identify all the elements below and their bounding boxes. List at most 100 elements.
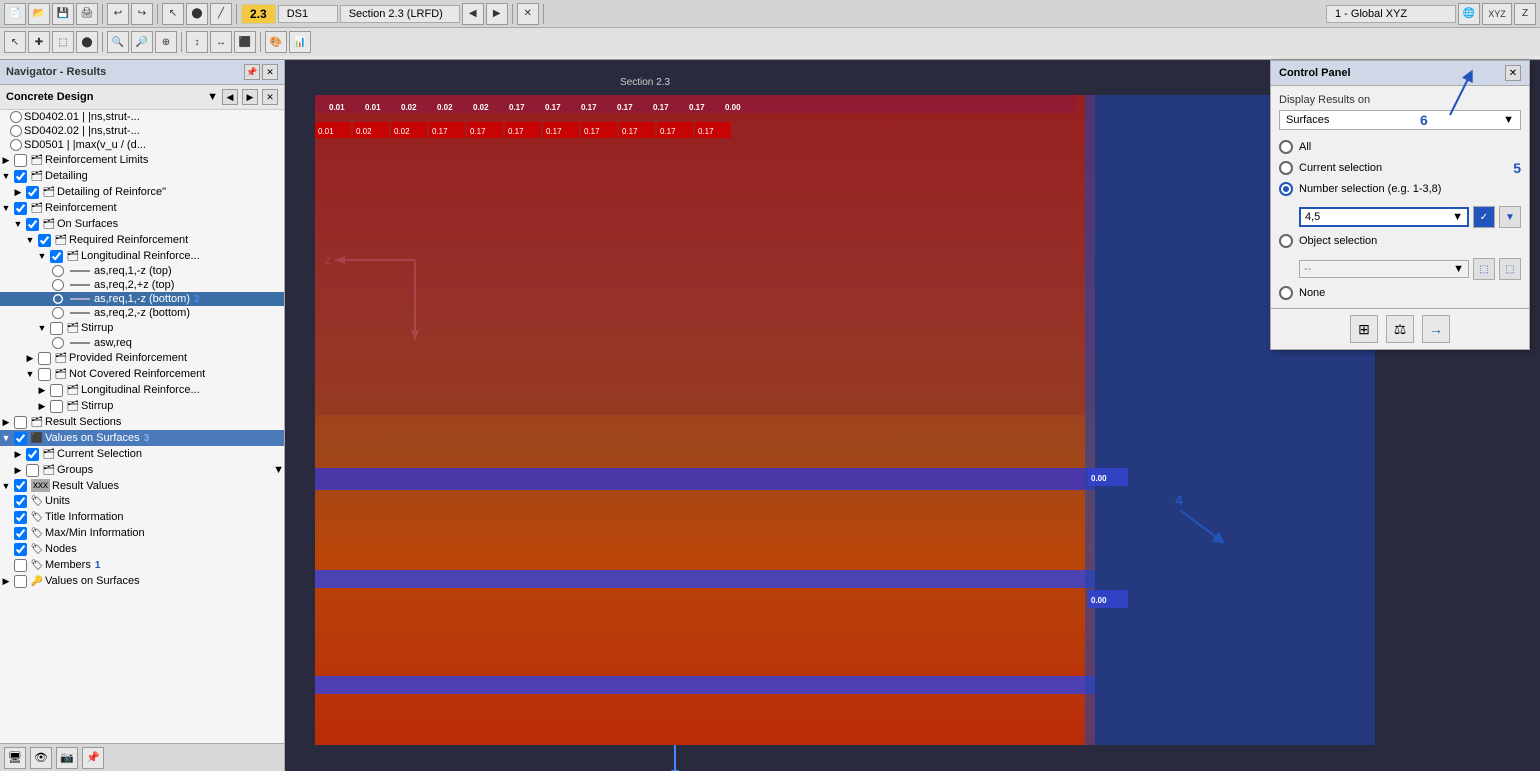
tree-item-reinf-limits[interactable]: ▶ 🗂 Reinforcement Limits	[0, 152, 284, 168]
tree-item-values-on-surfaces[interactable]: ▼ ⬛ Values on Surfaces 3	[0, 430, 284, 446]
tb2-4[interactable]: ⬤	[76, 31, 98, 53]
check-result-sections[interactable]	[14, 416, 27, 429]
tb2-5[interactable]: 🔍	[107, 31, 129, 53]
radio-asw-req[interactable]	[52, 337, 64, 349]
radio-all[interactable]: All	[1279, 140, 1521, 154]
tree-item-sd040202[interactable]: SD0402.02 | |ns,strut-...	[0, 124, 284, 138]
tree-item-provided-reinf[interactable]: ▶ 🗂 Provided Reinforcement	[0, 350, 284, 366]
check-current-selection[interactable]	[26, 448, 39, 461]
check-long-reinf-nc[interactable]	[50, 384, 63, 397]
expander-values-on-surfaces[interactable]: ▼	[0, 432, 12, 444]
save-btn[interactable]: 💾	[52, 3, 74, 25]
nav-eye-btn[interactable]: 👁	[30, 747, 52, 769]
check-members[interactable]	[14, 559, 27, 572]
tb2-3[interactable]: ⬚	[52, 31, 74, 53]
check-req-reinf[interactable]	[38, 234, 51, 247]
select-btn[interactable]: ↖	[162, 3, 184, 25]
tree-item-asw-req[interactable]: asw,req	[0, 336, 284, 350]
number-input-container[interactable]: 4,5 ▼	[1299, 207, 1469, 227]
expander-req-reinf[interactable]: ▼	[24, 234, 36, 246]
expander-reinforcement[interactable]: ▼	[0, 202, 12, 214]
expander-long-reinf-nc[interactable]: ▶	[36, 384, 48, 396]
coord-btn[interactable]: 🌐	[1458, 3, 1480, 25]
tree-item-values-surfaces2[interactable]: ▶ 🔑 Values on Surfaces	[0, 573, 284, 589]
tree-item-sd040201[interactable]: SD0402.01 | |ns,strut-...	[0, 110, 284, 124]
radio-asreq1-bottom[interactable]	[52, 293, 64, 305]
expander-detailing[interactable]: ▼	[0, 170, 12, 182]
cp-grid-btn[interactable]: ⊞	[1350, 315, 1378, 343]
radio-sd0501[interactable]	[10, 139, 22, 151]
nav-pin-btn2[interactable]: 📌	[82, 747, 104, 769]
next-btn[interactable]: ▶	[486, 3, 508, 25]
tree-item-title-info[interactable]: 🏷 Title Information	[0, 509, 284, 525]
nav-right-btn[interactable]: ▶	[242, 89, 258, 105]
obj-select-btn2[interactable]: ⬚	[1499, 258, 1521, 280]
expander-provided-reinf[interactable]: ▶	[24, 352, 36, 364]
cp-surfaces-dropdown[interactable]: Surfaces ▼	[1279, 110, 1521, 130]
radio-sd040202[interactable]	[10, 125, 22, 137]
tree-item-asreq2-bottom[interactable]: as,req,2,-z (bottom)	[0, 306, 284, 320]
check-stirrup-nc[interactable]	[50, 400, 63, 413]
check-values-surfaces2[interactable]	[14, 575, 27, 588]
check-provided-reinf[interactable]	[38, 352, 51, 365]
tb2-7[interactable]: ⊕	[155, 31, 177, 53]
tree-item-members[interactable]: 🏷 Members 1	[0, 557, 284, 573]
check-detailing-reinf[interactable]	[26, 186, 39, 199]
tree-item-units[interactable]: 🏷 Units	[0, 493, 284, 509]
cp-export-btn[interactable]: →	[1422, 315, 1450, 343]
check-stirrup[interactable]	[50, 322, 63, 335]
confirm-btn[interactable]: ✓	[1473, 206, 1495, 228]
check-reinforcement[interactable]	[14, 202, 27, 215]
tree-item-not-covered-reinf[interactable]: ▼ 🗂 Not Covered Reinforcement	[0, 366, 284, 382]
check-not-covered-reinf[interactable]	[38, 368, 51, 381]
expander-result-sections[interactable]: ▶	[0, 416, 12, 428]
radio-none[interactable]: None	[1279, 286, 1521, 300]
radio-asreq2-bottom[interactable]	[52, 307, 64, 319]
check-units[interactable]	[14, 495, 27, 508]
radio-number-selection[interactable]: Number selection (e.g. 1-3,8)	[1279, 182, 1521, 196]
expander-groups[interactable]: ▶	[12, 464, 24, 476]
radio-current-selection[interactable]: Current selection 5	[1279, 160, 1521, 176]
expander-detailing-reinf[interactable]: ▶	[12, 186, 24, 198]
radio-object-selection[interactable]: Object selection	[1279, 234, 1521, 248]
check-on-surfaces[interactable]	[26, 218, 39, 231]
tree-item-groups[interactable]: ▶ 🗂 Groups ▼	[0, 462, 284, 478]
tree-item-long-reinf-top[interactable]: ▼ 🗂 Longitudinal Reinforce...	[0, 248, 284, 264]
expander-reinf-limits[interactable]: ▶	[0, 154, 12, 166]
dropdown-extra-btn[interactable]: ▼	[1499, 206, 1521, 228]
expander-values-surfaces2[interactable]: ▶	[0, 575, 12, 587]
undo-btn[interactable]: ↩	[107, 3, 129, 25]
tree-item-reinforcement[interactable]: ▼ 🗂 Reinforcement	[0, 200, 284, 216]
tree-item-current-selection[interactable]: ▶ 🗂 Current Selection	[0, 446, 284, 462]
check-reinf-limits[interactable]	[14, 154, 27, 167]
nav-screen-btn[interactable]: 🖥	[4, 747, 26, 769]
radio-asreq1-top[interactable]	[52, 265, 64, 277]
nav-pin-btn[interactable]: 📌	[244, 64, 260, 80]
tree-item-sd0501[interactable]: SD0501 | |max(v_u / (d...	[0, 138, 284, 152]
expander-long-reinf-top[interactable]: ▼	[36, 250, 48, 262]
nav-camera-btn[interactable]: 📷	[56, 747, 78, 769]
tree-item-stirrup[interactable]: ▼ 🗂 Stirrup	[0, 320, 284, 336]
tree-item-asreq1-top[interactable]: as,req,1,-z (top)	[0, 264, 284, 278]
tree-item-result-sections[interactable]: ▶ 🗂 Result Sections	[0, 414, 284, 430]
obj-select-btn1[interactable]: ⬚	[1473, 258, 1495, 280]
tb2-9[interactable]: ↔	[210, 31, 232, 53]
nav-left-btn[interactable]: ◀	[222, 89, 238, 105]
tree-item-asreq1-bottom[interactable]: as,req,1,-z (bottom) 2	[0, 292, 284, 306]
expander-current-selection[interactable]: ▶	[12, 448, 24, 460]
radio-sd040201[interactable]	[10, 111, 22, 123]
tree-item-maxmin-info[interactable]: 🏷 Max/Min Information	[0, 525, 284, 541]
expander-stirrup[interactable]: ▼	[36, 322, 48, 334]
open-btn[interactable]: 📂	[28, 3, 50, 25]
check-maxmin-info[interactable]	[14, 527, 27, 540]
check-result-values[interactable]	[14, 479, 27, 492]
xyz-btn[interactable]: XYZ	[1482, 3, 1512, 25]
zx-btn[interactable]: Z	[1514, 3, 1536, 25]
tree-item-detailing[interactable]: ▼ 🗂 Detailing	[0, 168, 284, 184]
cp-close-btn[interactable]: ✕	[1505, 65, 1521, 81]
check-values-on-surfaces[interactable]	[14, 432, 27, 445]
check-groups[interactable]	[26, 464, 39, 477]
tree-item-on-surfaces[interactable]: ▼ 🗂 On Surfaces	[0, 216, 284, 232]
expander-result-values[interactable]: ▼	[0, 480, 12, 492]
redo-btn[interactable]: ↪	[131, 3, 153, 25]
